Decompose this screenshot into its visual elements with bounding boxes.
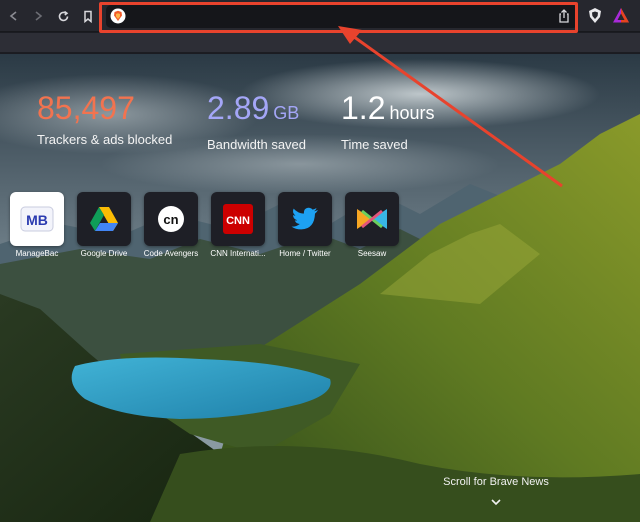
bookmark-icon	[84, 10, 92, 23]
top-site-managebac[interactable]: MB ManageBac	[10, 192, 66, 258]
brave-news-prompt[interactable]: Scroll for Brave News	[425, 476, 567, 488]
bookmark-button[interactable]	[78, 6, 98, 26]
trackers-count: 85,497	[37, 90, 135, 126]
managebac-icon-text: MB	[26, 212, 48, 228]
managebac-icon: MB	[20, 206, 54, 232]
tile-label: CNN Internati...	[210, 249, 266, 258]
bookmarks-bar	[0, 33, 640, 53]
tile-icon-box	[77, 192, 131, 246]
forward-arrow-icon	[35, 11, 43, 21]
google-drive-icon	[90, 207, 118, 231]
address-bar-highlight	[99, 2, 578, 33]
stat-bandwidth: 2.89 GB Bandwidth saved	[207, 90, 306, 152]
stat-trackers: 85,497 Trackers & ads blocked	[37, 90, 172, 147]
time-number: 1.2	[341, 90, 386, 126]
bandwidth-unit: GB	[273, 103, 300, 123]
forward-button[interactable]	[28, 6, 48, 26]
seesaw-icon	[357, 209, 387, 229]
bandwidth-label: Bandwidth saved	[207, 137, 307, 152]
tile-label: Google Drive	[80, 249, 128, 258]
trackers-label: Trackers & ads blocked	[37, 132, 173, 147]
cnn-icon-text: CNN	[226, 215, 250, 227]
tile-icon-box	[345, 192, 399, 246]
back-arrow-icon	[9, 11, 17, 21]
top-site-code-avengers[interactable]: cn Code Avengers	[144, 192, 200, 258]
top-site-twitter[interactable]: Home / Twitter	[278, 192, 334, 258]
time-value: 1.2 hours	[341, 90, 435, 131]
tile-icon-box	[278, 192, 332, 246]
tile-label: ManageBac	[15, 249, 59, 258]
reload-button[interactable]	[53, 6, 73, 26]
bandwidth-value: 2.89 GB	[207, 90, 306, 131]
top-site-cnn[interactable]: CNN CNN Internati...	[210, 192, 267, 258]
stat-time: 1.2 hours Time saved	[341, 90, 435, 152]
chevron-down-icon[interactable]	[490, 497, 502, 507]
brave-shields-icon[interactable]	[587, 7, 603, 24]
cnn-icon: CNN	[223, 204, 253, 234]
tile-icon-box: CNN	[211, 192, 265, 246]
tile-label: Home / Twitter	[279, 249, 331, 258]
tile-icon-box: MB	[10, 192, 64, 246]
time-unit: hours	[389, 103, 435, 123]
bandwidth-number: 2.89	[207, 90, 270, 126]
twitter-bird-icon	[291, 207, 318, 230]
top-site-google-drive[interactable]: Google Drive	[77, 192, 133, 258]
tile-label: Seesaw	[357, 249, 387, 258]
reload-icon	[58, 10, 68, 21]
code-avengers-icon-text: cn	[163, 212, 178, 227]
top-site-seesaw[interactable]: Seesaw	[345, 192, 401, 258]
tile-label: Code Avengers	[143, 249, 199, 258]
back-button[interactable]	[4, 6, 24, 26]
brave-rewards-icon[interactable]	[612, 7, 630, 24]
code-avengers-icon: cn	[158, 206, 184, 232]
time-label: Time saved	[341, 137, 408, 152]
tile-icon-box: cn	[144, 192, 198, 246]
